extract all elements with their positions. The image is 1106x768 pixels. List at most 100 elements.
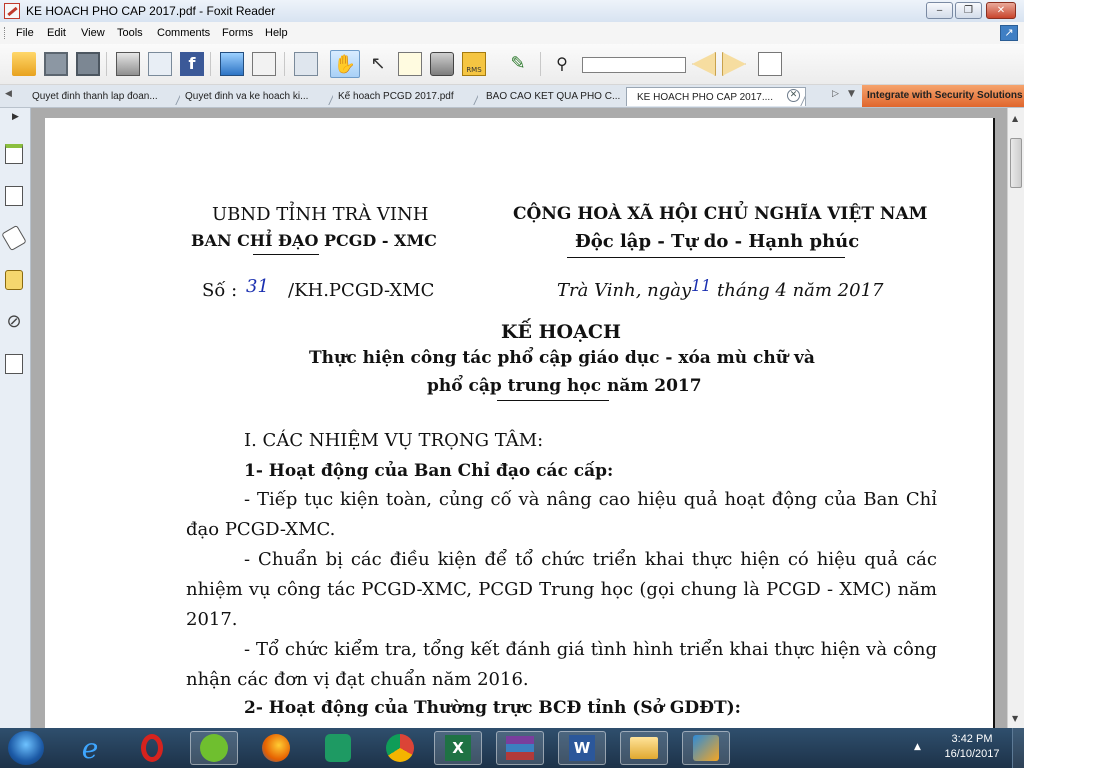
select-arrow-icon[interactable]: ↖ bbox=[366, 52, 390, 76]
menu-file[interactable]: File bbox=[16, 27, 34, 39]
close-button[interactable]: ✕ bbox=[986, 2, 1016, 19]
toolbar-separator bbox=[284, 52, 285, 76]
help-icon[interactable]: ↗ bbox=[1000, 25, 1018, 41]
system-clock[interactable]: 3:42 PM 16/10/2017 bbox=[932, 732, 1012, 762]
tab-quyet-dinh-ke-hoach[interactable]: Quyet đinh va ke hoach ki... bbox=[175, 87, 333, 106]
signature-pen-icon[interactable]: ✎ bbox=[506, 52, 530, 76]
tab-list-dropdown-icon[interactable]: ▼ bbox=[848, 89, 855, 99]
paragraph-1: - Tiếp tục kiện toàn, củng cố và nâng ca… bbox=[186, 489, 937, 540]
date-day-handwritten: 11 bbox=[691, 276, 712, 295]
chrome-icon[interactable] bbox=[376, 731, 424, 765]
open-folder-icon[interactable] bbox=[12, 52, 36, 76]
scroll-up-icon[interactable]: ▲ bbox=[1012, 114, 1018, 123]
org-left-line1: UBND TỈNH TRÀ VINH bbox=[212, 204, 429, 225]
hand-tool-icon[interactable]: ✋ bbox=[330, 50, 360, 78]
subsection-heading-1: 1- Hoạt động của Ban Chỉ đạo các cấp: bbox=[244, 461, 614, 481]
monitor-icon[interactable] bbox=[220, 52, 244, 76]
layers-pane-icon[interactable] bbox=[1, 224, 27, 252]
subtitle-underline bbox=[497, 400, 609, 401]
next-result-icon[interactable] bbox=[722, 52, 746, 76]
menu-help[interactable]: Help bbox=[265, 27, 288, 39]
tab-bao-cao-ket-qua[interactable]: BAO CAO KET QUA PHO C... bbox=[476, 87, 631, 106]
menu-bar: File Edit View Tools Comments Forms Help… bbox=[0, 22, 1024, 44]
document-tab-bar: ◀ Quyet đinh thanh lap đoan... Quyet đin… bbox=[0, 85, 1024, 108]
show-hidden-icons-icon[interactable]: ▲ bbox=[914, 742, 921, 752]
save-all-icon[interactable] bbox=[76, 52, 100, 76]
number-suffix: /KH.PCGD-XMC bbox=[288, 280, 435, 301]
tab-scroll-right-icon[interactable]: ▷ bbox=[832, 89, 839, 99]
date-prefix: Trà Vinh, ngày bbox=[557, 280, 692, 301]
android-icon[interactable] bbox=[314, 731, 362, 765]
org-right-underline bbox=[567, 257, 845, 258]
snapshot-camera-icon[interactable] bbox=[430, 52, 454, 76]
minimize-button[interactable]: ‒ bbox=[926, 2, 953, 19]
tab-scroll-left-icon[interactable]: ◀ bbox=[5, 89, 12, 99]
print-icon[interactable] bbox=[116, 52, 140, 76]
doc-subtitle-line1: Thực hiện công tác phổ cập giáo dục - xó… bbox=[309, 348, 815, 368]
text-select-icon[interactable] bbox=[398, 52, 422, 76]
opera-icon[interactable] bbox=[128, 731, 176, 765]
org-left-underline bbox=[253, 254, 319, 255]
menu-forms[interactable]: Forms bbox=[222, 27, 253, 39]
toolbar-separator bbox=[106, 52, 107, 76]
org-left-line2: BAN CHỈ ĐẠO PCGD - XMC bbox=[191, 231, 437, 250]
facebook-icon[interactable]: f bbox=[180, 52, 204, 76]
menu-edit[interactable]: Edit bbox=[47, 27, 66, 39]
number-handwritten: 31 bbox=[246, 276, 269, 297]
rms-lock-icon[interactable]: RMS bbox=[462, 52, 486, 76]
signatures-icon[interactable] bbox=[5, 354, 23, 374]
tab-close-icon[interactable]: ✕ bbox=[787, 89, 800, 102]
find-input[interactable] bbox=[582, 57, 686, 73]
menu-tools[interactable]: Tools bbox=[117, 27, 143, 39]
email-icon[interactable] bbox=[148, 52, 172, 76]
main-toolbar: f ✋ ↖ RMS ✎ ⚲ bbox=[0, 44, 1024, 85]
attachments-icon[interactable]: ⊘ bbox=[5, 312, 23, 332]
toolbar-separator bbox=[540, 52, 541, 76]
scrollbar-thumb[interactable] bbox=[1010, 138, 1022, 188]
document-view[interactable]: UBND TỈNH TRÀ VINH BAN CHỈ ĐẠO PCGD - XM… bbox=[31, 108, 1007, 728]
pdf-page: UBND TỈNH TRÀ VINH BAN CHỈ ĐẠO PCGD - XM… bbox=[45, 118, 993, 728]
org-right-line1: CỘNG HOÀ XÃ HỘI CHỦ NGHĨA VIỆT NAM bbox=[513, 204, 928, 224]
maximize-button[interactable]: ❐ bbox=[955, 2, 982, 19]
paragraph-3: - Tổ chức kiểm tra, tổng kết đánh giá tì… bbox=[186, 639, 937, 690]
file-explorer-icon[interactable] bbox=[620, 731, 668, 765]
org-right-line2: Độc lập - Tự do - Hạnh phúc bbox=[575, 231, 860, 252]
tab-ke-hoach-pcgd[interactable]: Kế hoach PCGD 2017.pdf bbox=[328, 87, 478, 106]
doc-subtitle-line2: phổ cập trung học năm 2017 bbox=[427, 376, 702, 396]
word-icon[interactable]: W bbox=[558, 731, 606, 765]
title-bar: KE HOACH PHO CAP 2017.pdf - Foxit Reader… bbox=[0, 0, 1024, 23]
window-title: KE HOACH PHO CAP 2017.pdf - Foxit Reader bbox=[26, 4, 276, 18]
promo-banner[interactable]: Integrate with Security Solutions bbox=[862, 85, 1024, 107]
layers-icon[interactable] bbox=[294, 52, 318, 76]
foxit-reader-icon[interactable] bbox=[682, 731, 730, 765]
start-orb-icon[interactable] bbox=[8, 731, 44, 765]
coc-coc-icon[interactable] bbox=[190, 731, 238, 765]
toolbar-separator bbox=[210, 52, 211, 76]
number-prefix: Số : bbox=[202, 280, 238, 301]
tab-quyet-dinh-thanh-lap[interactable]: Quyet đinh thanh lap đoan... bbox=[22, 87, 180, 106]
foxit-app-icon bbox=[4, 3, 20, 19]
expand-pane-icon[interactable]: ▶ bbox=[12, 112, 19, 122]
menu-comments[interactable]: Comments bbox=[157, 27, 210, 39]
clock-time: 3:42 PM bbox=[951, 733, 993, 745]
tab-ke-hoach-pho-cap-active[interactable]: KE HOACH PHO CAP 2017.... bbox=[626, 87, 806, 106]
show-desktop-button[interactable] bbox=[1012, 728, 1025, 768]
scroll-down-icon[interactable]: ▼ bbox=[1012, 714, 1018, 723]
scan-icon[interactable] bbox=[252, 52, 276, 76]
vertical-scrollbar[interactable]: ▲ ▼ bbox=[1007, 108, 1024, 728]
section-heading-1: I. CÁC NHIỆM VỤ TRỌNG TÂM: bbox=[244, 430, 544, 451]
winrar-icon[interactable] bbox=[496, 731, 544, 765]
excel-icon[interactable]: X bbox=[434, 731, 482, 765]
export-page-icon[interactable] bbox=[758, 52, 782, 76]
find-binoculars-icon[interactable]: ⚲ bbox=[550, 52, 574, 76]
menu-grip bbox=[4, 27, 7, 39]
foxit-reader-window: KE HOACH PHO CAP 2017.pdf - Foxit Reader… bbox=[0, 0, 1024, 728]
pages-icon[interactable] bbox=[5, 186, 23, 206]
save-icon[interactable] bbox=[44, 52, 68, 76]
internet-explorer-icon[interactable]: e bbox=[66, 731, 114, 765]
menu-view[interactable]: View bbox=[81, 27, 105, 39]
firefox-icon[interactable] bbox=[252, 731, 300, 765]
previous-result-icon[interactable] bbox=[692, 52, 716, 76]
bookmarks-icon[interactable] bbox=[5, 144, 23, 164]
comments-icon[interactable] bbox=[5, 270, 23, 290]
